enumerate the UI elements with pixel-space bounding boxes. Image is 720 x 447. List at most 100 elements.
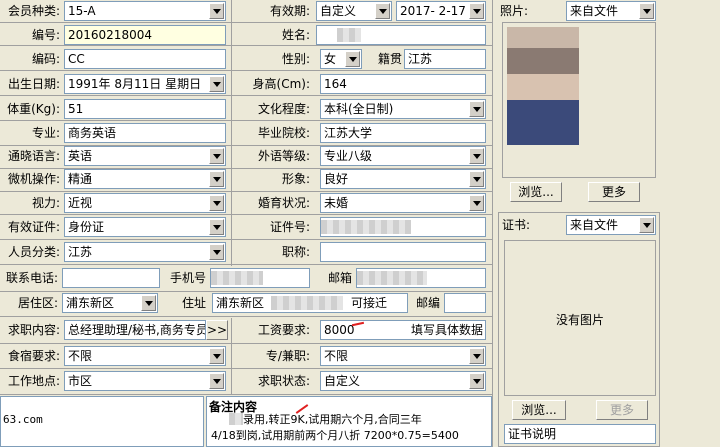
code-label: 编码: <box>31 52 60 66</box>
chevron-down-icon[interactable] <box>469 171 484 187</box>
validity-mode-select[interactable]: 自定义 <box>316 1 392 21</box>
fulltime-select[interactable]: 不限 <box>320 346 486 366</box>
chevron-down-icon[interactable] <box>209 171 224 187</box>
phone-field[interactable] <box>62 268 160 288</box>
weight-label: 体重(Kg): <box>7 102 60 116</box>
certificate-browse-button[interactable]: 浏览... <box>512 400 566 420</box>
category-select[interactable]: 江苏 <box>64 242 226 262</box>
work-location-select[interactable]: 市区 <box>64 371 226 391</box>
photo-label: 照片: <box>500 4 529 18</box>
chevron-down-icon[interactable] <box>345 51 360 67</box>
foreign-level-select[interactable]: 专业八级 <box>320 146 486 166</box>
address-label: 住址 <box>181 296 206 310</box>
birthdate-label: 出生日期: <box>7 77 60 91</box>
postcode-field[interactable] <box>444 293 486 313</box>
member-type-value: 15-A <box>68 4 96 18</box>
email-label: 邮箱 <box>327 271 352 285</box>
chevron-down-icon[interactable] <box>639 217 654 233</box>
photo-browse-button[interactable]: 浏览... <box>510 182 562 202</box>
chevron-down-icon[interactable] <box>209 195 224 211</box>
work-location-label: 工作地点: <box>7 374 60 388</box>
chevron-down-icon[interactable] <box>469 373 484 389</box>
job-intent-field[interactable]: 总经理助理/秘书,商务专员 <box>64 320 206 340</box>
scrollbar[interactable] <box>662 0 720 447</box>
number-field[interactable]: 20160218004 <box>64 25 226 45</box>
email-text-area[interactable]: 63.com <box>0 396 204 447</box>
chevron-down-icon[interactable] <box>209 3 224 19</box>
computer-select[interactable]: 精通 <box>64 169 226 189</box>
mobile-label: 手机号 <box>169 271 206 285</box>
gender-select[interactable]: 女 <box>320 49 362 69</box>
language-value: 英语 <box>68 149 93 163</box>
chevron-down-icon[interactable] <box>209 348 224 364</box>
marital-select[interactable]: 未婚 <box>320 193 486 213</box>
chevron-down-icon[interactable] <box>469 3 484 19</box>
birthdate-value: 1991年 8月11日 星期日 <box>68 77 202 91</box>
residence-area-select[interactable]: 浦东新区 <box>62 293 158 313</box>
major-field[interactable]: 商务英语 <box>64 123 226 143</box>
validity-mode-value: 自定义 <box>320 4 357 18</box>
residence-area-value: 浦东新区 <box>66 296 115 310</box>
origin-label: 籍贯 <box>377 52 402 66</box>
chevron-down-icon[interactable] <box>639 3 654 19</box>
id-number-field[interactable] <box>320 217 486 237</box>
id-type-select[interactable]: 身份证 <box>64 217 226 237</box>
address-field[interactable]: 浦东新区 可接迁 <box>212 293 408 313</box>
school-field[interactable]: 江苏大学 <box>320 123 486 143</box>
salary-note: 填写具体数据 <box>411 323 484 337</box>
validity-date-picker[interactable]: 2017- 2-17 <box>396 1 486 21</box>
code-field[interactable]: CC <box>64 49 226 69</box>
id-type-label: 有效证件: <box>7 220 60 234</box>
birthdate-picker[interactable]: 1991年 8月11日 星期日 <box>64 74 226 94</box>
certificate-source-select[interactable]: 来自文件 <box>566 215 656 235</box>
remark-line-1: 录用,转正9K,试用期六个月,合同三年 <box>243 413 422 426</box>
certificate-description-field[interactable]: 证书说明 <box>504 424 656 444</box>
origin-field[interactable]: 江苏 <box>404 49 486 69</box>
education-select[interactable]: 本科(全日制) <box>320 99 486 119</box>
lodging-value: 不限 <box>68 349 93 363</box>
chevron-down-icon[interactable] <box>469 195 484 211</box>
marital-value: 未婚 <box>324 196 349 210</box>
vision-select[interactable]: 近视 <box>64 193 226 213</box>
mobile-field[interactable] <box>210 268 310 288</box>
computer-value: 精通 <box>68 172 93 186</box>
height-field[interactable]: 164 <box>320 74 486 94</box>
remark-area[interactable]: 备注内容 录用,转正9K,试用期六个月,合同三年 4/18到岗,试用期前两个月八… <box>206 396 492 447</box>
postcode-label: 邮编 <box>415 296 440 310</box>
chevron-down-icon[interactable] <box>209 244 224 260</box>
chevron-down-icon[interactable] <box>209 219 224 235</box>
certificate-label: 证书: <box>502 218 531 232</box>
weight-field[interactable]: 51 <box>64 99 226 119</box>
language-select[interactable]: 英语 <box>64 146 226 166</box>
redacted-remark <box>229 413 243 425</box>
job-status-select[interactable]: 自定义 <box>320 371 486 391</box>
certificate-more-button[interactable]: 更多 <box>596 400 648 420</box>
vision-value: 近视 <box>68 196 93 210</box>
salary-field[interactable]: 8000 填写具体数据 <box>320 320 486 340</box>
fulltime-value: 不限 <box>324 349 349 363</box>
chevron-down-icon[interactable] <box>375 3 390 19</box>
member-type-label: 会员种类: <box>7 4 60 18</box>
job-title-field[interactable] <box>320 242 486 262</box>
chevron-down-icon[interactable] <box>209 76 224 92</box>
chevron-down-icon[interactable] <box>469 348 484 364</box>
redacted-address <box>271 296 343 310</box>
member-type-select[interactable]: 15-A <box>64 1 226 21</box>
gender-value: 女 <box>324 52 337 66</box>
certificate-source-value: 来自文件 <box>570 218 619 232</box>
chevron-down-icon[interactable] <box>469 148 484 164</box>
image-select[interactable]: 良好 <box>320 169 486 189</box>
lodging-select[interactable]: 不限 <box>64 346 226 366</box>
salary-value: 8000 <box>324 323 355 337</box>
validity-date-value: 2017- 2-17 <box>400 4 466 18</box>
photo-source-select[interactable]: 来自文件 <box>566 1 656 21</box>
chevron-down-icon[interactable] <box>141 295 156 311</box>
image-label: 形象: <box>281 172 310 186</box>
chevron-down-icon[interactable] <box>209 148 224 164</box>
name-field[interactable] <box>316 25 486 45</box>
chevron-down-icon[interactable] <box>469 101 484 117</box>
photo-more-button[interactable]: 更多 <box>588 182 640 202</box>
job-intent-more-button[interactable]: >> <box>206 320 228 340</box>
email-field[interactable] <box>356 268 486 288</box>
chevron-down-icon[interactable] <box>209 373 224 389</box>
